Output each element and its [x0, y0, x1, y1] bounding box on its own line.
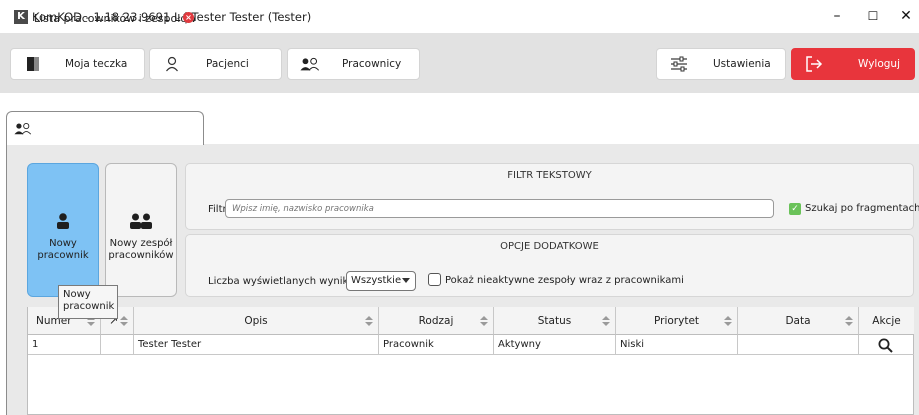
logout-button[interactable]: Wyloguj	[791, 48, 915, 80]
maximize-button[interactable]: ☐	[862, 6, 884, 26]
nav-label: Pracownicy	[342, 58, 402, 70]
tooltip: Nowy pracownik	[58, 285, 118, 319]
text-filter-header: FILTR TEKSTOWY	[507, 170, 592, 181]
sort-icon	[845, 316, 853, 327]
people-icon	[14, 122, 32, 138]
tab-employee-list[interactable]	[6, 111, 204, 145]
new-employee-label: Nowy pracownik	[37, 238, 89, 261]
new-employee-button[interactable]: Nowy pracownik	[27, 163, 99, 297]
cell-akcje	[859, 335, 914, 355]
app-logo: K	[14, 10, 28, 24]
minimize-button[interactable]: –	[826, 6, 848, 26]
nav-label: Wyloguj	[858, 58, 900, 70]
cell-status[interactable]: Aktywny	[494, 335, 616, 355]
options-header: OPCJE DODATKOWE	[500, 241, 599, 252]
new-team-button[interactable]: Nowy zespół pracowników	[105, 163, 177, 297]
cell-opis[interactable]: Tester Tester	[134, 335, 379, 355]
sort-icon	[724, 316, 732, 327]
sort-icon	[480, 316, 488, 327]
folder-icon	[23, 54, 43, 74]
tab-close-icon[interactable]: ×	[183, 12, 194, 23]
nav-label: Moja teczka	[65, 58, 128, 70]
limit-label: Liczba wyświetlanych wyników:	[208, 276, 366, 287]
column-header-label: Rodzaj	[418, 315, 454, 327]
column-header-status[interactable]: Status	[494, 307, 616, 335]
column-header-label: Data	[785, 315, 811, 327]
column-header-label: Priorytet	[653, 315, 700, 327]
sort-icon	[120, 316, 128, 327]
search-input[interactable]	[225, 199, 774, 218]
nav-label: Ustawienia	[713, 58, 771, 70]
new-team-label: Nowy zespół pracowników	[108, 238, 174, 261]
cell-priorytet[interactable]: Niski	[616, 335, 738, 355]
column-header-priorytet[interactable]: Priorytet	[616, 307, 738, 335]
sliders-icon	[669, 54, 689, 74]
nav-ustawienia-button[interactable]: Ustawienia	[656, 48, 786, 80]
team-add-icon	[106, 212, 176, 230]
column-header-data[interactable]: Data	[738, 307, 859, 335]
cell-rodzaj[interactable]: Pracownik	[379, 335, 494, 355]
fragments-label: Szukaj po fragmentach	[805, 203, 919, 214]
column-header-opis[interactable]: Opis	[134, 307, 379, 335]
close-window-button[interactable]: ✕	[895, 6, 917, 26]
chevron-down-icon	[402, 278, 410, 283]
tab-label: Lista pracowników i zespołów	[34, 12, 197, 25]
search-icon[interactable]	[878, 338, 893, 354]
cell-numer[interactable]: 1	[28, 335, 101, 355]
people-icon	[300, 54, 320, 74]
nav-pacjenci-button[interactable]: Pacjenci	[149, 48, 282, 80]
fragments-checkbox[interactable]: ✓	[789, 203, 801, 215]
column-header-label: Opis	[244, 315, 268, 327]
options-panel: OPCJE DODATKOWE	[185, 234, 914, 297]
sort-icon	[365, 316, 373, 327]
person-icon	[162, 54, 182, 74]
column-header-akcje: Akcje	[859, 307, 914, 335]
cell-pin[interactable]	[101, 335, 134, 355]
nav-pracownicy-button[interactable]: Pracownicy	[287, 48, 420, 80]
person-add-icon	[28, 212, 98, 230]
sort-icon	[602, 316, 610, 327]
text-filter-panel: FILTR TEKSTOWY	[185, 163, 914, 230]
column-header-rodzaj[interactable]: Rodzaj	[379, 307, 494, 335]
inactive-label: Pokaż nieaktywne zespoły wraz z pracowni…	[445, 275, 684, 286]
nav-label: Pacjenci	[206, 58, 249, 70]
column-header-label: Status	[537, 315, 572, 327]
inactive-checkbox[interactable]	[428, 273, 441, 286]
cell-data[interactable]	[738, 335, 859, 355]
logout-icon	[804, 54, 824, 74]
column-header-label: Akcje	[872, 315, 901, 327]
nav-moja-teczka-button[interactable]: Moja teczka	[10, 48, 145, 80]
